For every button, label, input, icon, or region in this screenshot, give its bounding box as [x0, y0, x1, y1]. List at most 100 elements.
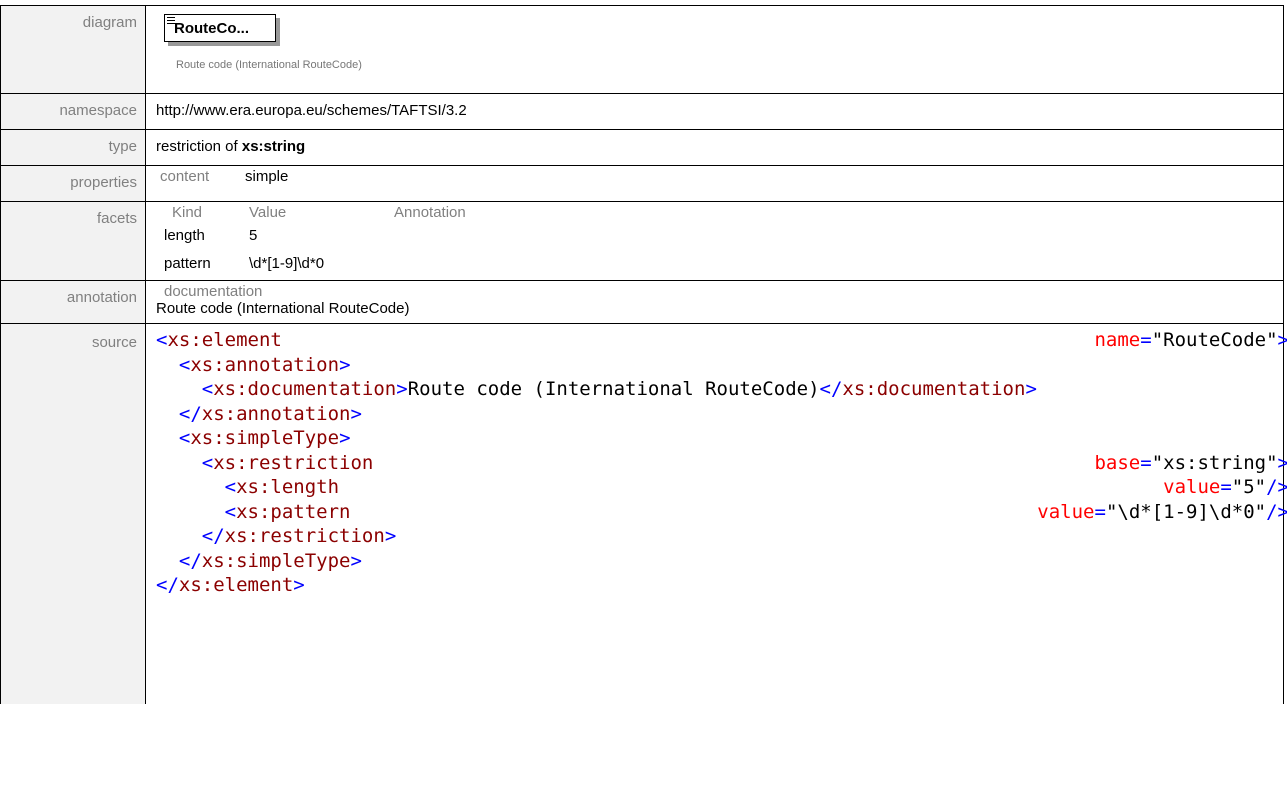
source-line-left: <xs:restriction [156, 451, 374, 476]
properties-value: content simple [145, 165, 1284, 202]
equals: = [1140, 451, 1152, 474]
type-value: restriction of xs:string [145, 129, 1284, 166]
equals: = [1220, 476, 1232, 498]
bracket: < [178, 427, 191, 449]
bracket: </ [819, 378, 843, 400]
source-line-left: <xs:simpleType> [156, 426, 351, 451]
annotation-cell: documentation Route code (International … [145, 280, 1284, 324]
row-label: diagram [0, 5, 146, 94]
tag-name: xs:restriction [224, 525, 385, 547]
tag-name: xs:documentation [213, 378, 397, 400]
source-line-left: </xs:annotation> [156, 402, 362, 427]
source-line: </xs:simpleType> [156, 549, 1287, 574]
facet-kind: pattern [164, 255, 211, 272]
type-prefix: restriction of [156, 138, 242, 155]
tag-name: xs:element [167, 329, 282, 351]
annotation-heading: documentation [164, 283, 263, 300]
source-line-left: </xs:element> [156, 573, 305, 598]
source-line-attrs: name="RouteCode"> [1094, 328, 1287, 353]
source-line: </xs:annotation> [156, 402, 1287, 427]
bracket: > [339, 427, 351, 449]
tag-name: xs:annotation [190, 353, 340, 376]
bracket: </ [156, 574, 179, 596]
bracket: > [350, 402, 362, 425]
source-line-left: <xs:pattern [156, 500, 351, 525]
source-line: </xs:restriction> [156, 524, 1287, 549]
bracket: < [201, 378, 214, 400]
type-row: type restriction of xs:string [0, 129, 1284, 166]
source-line: <xs:restriction base="xs:string"> [156, 451, 1287, 476]
tag-name: xs:pattern [236, 500, 351, 523]
tag-name: xs:restriction [213, 451, 374, 474]
attr-name: base [1094, 451, 1141, 474]
namespace-row: namespace http://www.era.europa.eu/schem… [0, 93, 1284, 130]
tag-name: xs:length [236, 476, 340, 498]
diagram-row: diagram RouteCo... Route code (Internati… [0, 5, 1284, 94]
property-key: content [160, 168, 210, 185]
node-name: RouteCo... [174, 20, 249, 37]
namespace-value: http://www.era.europa.eu/schemes/TAFTSI/… [145, 93, 1284, 130]
facets-header: Kind Value Annotation [164, 204, 1283, 221]
source-line: <xs:annotation> [156, 353, 1287, 378]
attr-name: value [1037, 500, 1095, 523]
annotation-block: documentation Route code (International … [156, 283, 1283, 317]
attr-value: "xs:string" [1151, 451, 1278, 474]
attr-name: value [1163, 476, 1221, 498]
source-line-attrs: value="\d*[1-9]\d*0"/> [1037, 500, 1287, 525]
bracket: < [201, 451, 214, 474]
source-line-left: <xs:length [156, 475, 339, 500]
row-label: namespace [0, 93, 146, 130]
source-line: </xs:element> [156, 573, 1287, 598]
source-line-attrs: value="5"/> [1163, 475, 1287, 500]
facet-row: pattern \d*[1-9]\d*0 [164, 255, 1283, 272]
facet-value: 5 [249, 227, 258, 244]
row-label: source [0, 323, 146, 704]
facets-header-annotation: Annotation [394, 204, 466, 221]
text-content: Route code (International RouteCode) [407, 378, 820, 400]
diagram-cell: RouteCo... Route code (International Rou… [145, 5, 1284, 94]
source-line-attrs: base="xs:string"> [1094, 451, 1287, 476]
tag-name: xs:documentation [842, 378, 1026, 400]
bracket: > [396, 378, 408, 400]
source-line: <xs:pattern value="\d*[1-9]\d*0"/> [156, 500, 1287, 525]
source-line-left: </xs:restriction> [156, 524, 397, 549]
bracket: > [1277, 329, 1287, 351]
bracket: < [156, 329, 168, 351]
facets-row: facets Kind Value Annotation length 5 pa… [0, 201, 1284, 281]
source-code: <xs:element name="RouteCode"> <xs:annotat… [156, 324, 1287, 598]
attr-value: "5" [1231, 476, 1267, 498]
bracket: </ [201, 525, 225, 547]
source-line-left: <xs:element [156, 328, 282, 353]
bracket: </ [178, 549, 202, 572]
bracket: < [178, 353, 191, 376]
attr-value: "\d*[1-9]\d*0" [1105, 500, 1267, 523]
annotation-text: Route code (International RouteCode) [156, 300, 410, 317]
source-row: source <xs:element name="RouteCode"> <xs:… [0, 323, 1287, 704]
row-label: properties [0, 165, 146, 202]
attr-name: name [1094, 329, 1141, 351]
source-line-left: <xs:annotation> [156, 353, 351, 378]
type-base-link[interactable]: xs:string [242, 138, 305, 155]
row-label: facets [0, 201, 146, 281]
tag-name: xs:simpleType [201, 549, 351, 572]
equals: = [1140, 329, 1152, 351]
bracket: /> [1266, 476, 1287, 498]
bracket: </ [178, 402, 202, 425]
source-line: <xs:simpleType> [156, 426, 1287, 451]
bracket: > [350, 549, 362, 572]
facets-header-kind: Kind [172, 204, 203, 221]
element-node[interactable]: RouteCo... [164, 14, 282, 48]
tag-name: xs:element [178, 574, 294, 596]
bracket: > [293, 574, 305, 596]
properties-row: properties content simple [0, 165, 1284, 202]
bracket: /> [1266, 500, 1287, 523]
attr-value: "RouteCode" [1151, 329, 1278, 351]
